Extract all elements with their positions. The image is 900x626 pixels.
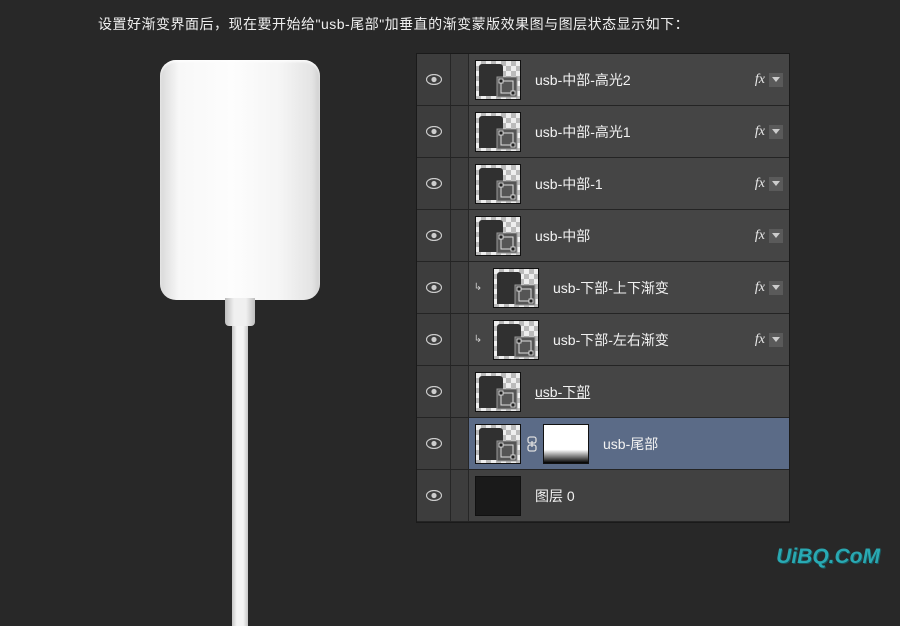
eye-icon [426,438,442,449]
chevron-down-icon[interactable] [769,281,783,295]
row-gutter [451,158,469,209]
layer-row[interactable]: 图层 0 [417,470,789,522]
visibility-toggle[interactable] [417,366,451,417]
eye-icon [426,230,442,241]
fx-indicator[interactable]: fx [755,280,783,296]
chevron-down-icon[interactable] [769,333,783,347]
vector-shape-icon [514,284,536,306]
row-gutter [451,470,469,521]
layer-thumbnail[interactable] [475,424,521,464]
visibility-toggle[interactable] [417,262,451,313]
layer-row[interactable]: usb-中部 fx [417,210,789,262]
eye-icon [426,282,442,293]
layer-name-label[interactable]: usb-中部-高光1 [535,122,631,142]
chevron-down-icon[interactable] [769,125,783,139]
fx-label: fx [755,176,765,192]
layer-row[interactable]: ↳ usb-下部-左右渐变 fx [417,314,789,366]
clip-indicator-icon: ↳ [469,262,487,313]
vector-shape-icon [496,388,518,410]
fx-indicator[interactable]: fx [755,228,783,244]
fx-indicator[interactable]: fx [755,124,783,140]
usb-body-shape [160,60,320,300]
row-gutter [451,366,469,417]
layer-name-label[interactable]: usb-中部-高光2 [535,70,631,90]
layer-thumbnail[interactable] [475,372,521,412]
layer-name-label[interactable]: usb-中部 [535,226,590,246]
layer-thumbnail[interactable] [493,268,539,308]
fx-indicator[interactable]: fx [755,176,783,192]
vector-shape-icon [496,128,518,150]
eye-icon [426,490,442,501]
fx-indicator[interactable]: fx [755,72,783,88]
layer-thumbnail[interactable] [475,476,521,516]
eye-icon [426,126,442,137]
vector-shape-icon [496,440,518,462]
usb-tail-shape [232,326,248,626]
visibility-toggle[interactable] [417,158,451,209]
clip-indicator-icon: ↳ [469,314,487,365]
chevron-down-icon[interactable] [769,177,783,191]
watermark: UiBQ.CoM [776,545,880,569]
layer-thumbnail[interactable] [475,216,521,256]
layer-row[interactable]: usb-中部-高光2 fx [417,54,789,106]
vector-shape-icon [496,76,518,98]
link-icon[interactable] [525,436,539,452]
eye-icon [426,334,442,345]
visibility-toggle[interactable] [417,106,451,157]
row-gutter [451,314,469,365]
chevron-down-icon[interactable] [769,229,783,243]
fx-label: fx [755,332,765,348]
layer-row[interactable]: usb-下部 [417,366,789,418]
chevron-down-icon[interactable] [769,73,783,87]
fx-label: fx [755,124,765,140]
layers-panel: usb-中部-高光2fxusb-中部-高光1fxusb-中部-1fxusb-中部… [416,53,790,523]
row-gutter [451,418,469,469]
row-gutter [451,210,469,261]
instruction-text: 设置好渐变界面后，现在要开始给"usb-尾部"加垂直的渐变蒙版效果图与图层状态显… [98,14,689,34]
fx-label: fx [755,280,765,296]
fx-label: fx [755,228,765,244]
visibility-toggle[interactable] [417,210,451,261]
layer-name-label[interactable]: usb-下部-上下渐变 [553,278,669,298]
layer-row[interactable]: usb-中部-1 fx [417,158,789,210]
layer-row[interactable]: usb-中部-高光1 fx [417,106,789,158]
visibility-toggle[interactable] [417,418,451,469]
usb-neck-shape [225,298,255,326]
row-gutter [451,106,469,157]
vector-shape-icon [496,232,518,254]
usb-illustration [140,50,340,570]
layer-name-label[interactable]: usb-下部 [535,382,590,402]
layer-name-label[interactable]: 图层 0 [535,486,575,506]
layer-name-label[interactable]: usb-尾部 [603,434,658,454]
row-gutter [451,54,469,105]
mask-thumbnail[interactable] [543,424,589,464]
layer-thumbnail[interactable] [475,60,521,100]
visibility-toggle[interactable] [417,314,451,365]
row-gutter [451,262,469,313]
layer-row[interactable]: ↳ usb-下部-上下渐变 fx [417,262,789,314]
vector-shape-icon [514,336,536,358]
layer-thumbnail[interactable] [475,112,521,152]
eye-icon [426,178,442,189]
eye-icon [426,386,442,397]
fx-label: fx [755,72,765,88]
fx-indicator[interactable]: fx [755,332,783,348]
layer-row[interactable]: usb-尾部 [417,418,789,470]
eye-icon [426,74,442,85]
visibility-toggle[interactable] [417,54,451,105]
visibility-toggle[interactable] [417,470,451,521]
layer-thumbnail[interactable] [493,320,539,360]
vector-shape-icon [496,180,518,202]
layer-name-label[interactable]: usb-下部-左右渐变 [553,330,669,350]
layer-name-label[interactable]: usb-中部-1 [535,174,603,194]
layer-thumbnail[interactable] [475,164,521,204]
